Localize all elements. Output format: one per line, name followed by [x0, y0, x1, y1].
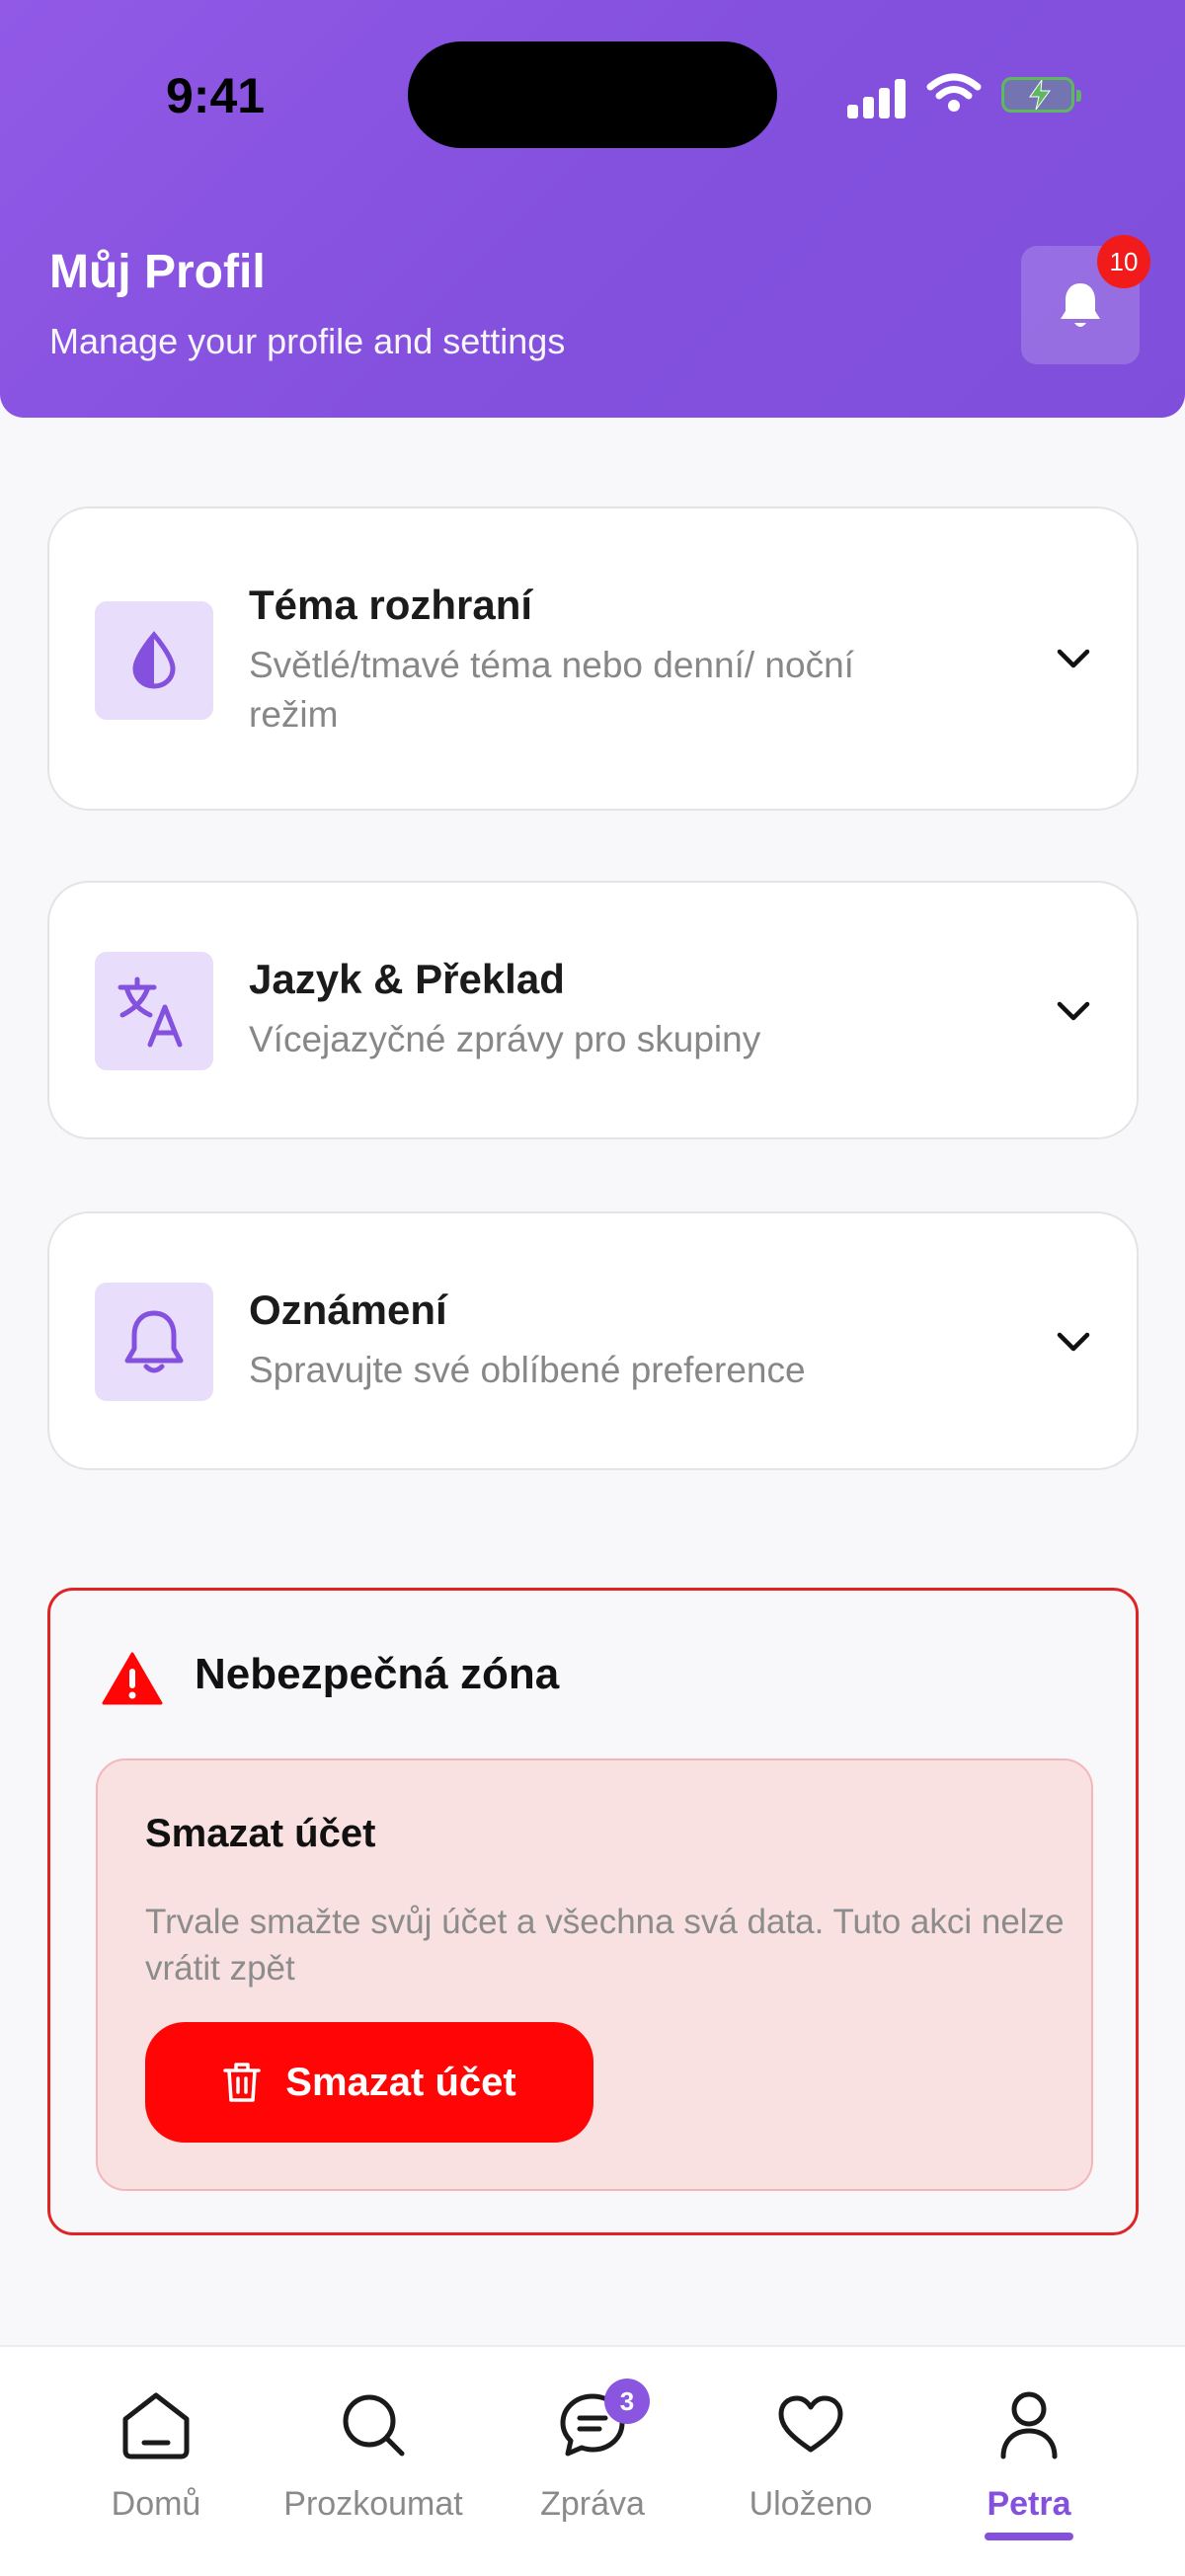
nav-item-home[interactable]: Domů — [57, 2384, 255, 2524]
notifications-setting-card[interactable]: Oznámení Spravujte své oblíbené preferen… — [47, 1211, 1139, 1470]
nav-label-profile: Petra — [987, 2485, 1071, 2523]
nav-label-saved: Uloženo — [749, 2485, 873, 2523]
delete-account-description: Trvale smažte svůj účet a všechna svá da… — [145, 1903, 1065, 1988]
active-tab-indicator — [985, 2533, 1073, 2540]
trash-icon — [223, 2063, 262, 2102]
delete-account-button-label: Smazat účet — [285, 2060, 516, 2104]
wifi-icon — [926, 73, 982, 112]
warning-icon — [102, 1652, 163, 1705]
status-time: 9:41 — [166, 68, 266, 123]
delete-account-title: Smazat účet — [145, 1812, 376, 1855]
heart-icon — [778, 2395, 843, 2453]
page-title: Můj Profil — [49, 246, 266, 298]
bottom-navigation: Domů Prozkoumat Zpráva 3 Uloženo Petra — [0, 2345, 1185, 2576]
page-subtitle: Manage your profile and settings — [49, 321, 566, 361]
nav-label-home: Domů — [111, 2485, 201, 2523]
search-icon — [343, 2394, 405, 2457]
delete-account-box: Smazat účet Trvale smažte svůj účet a vš… — [96, 1758, 1093, 2191]
droplet-icon — [132, 631, 176, 689]
bell-icon — [124, 1310, 184, 1373]
chevron-down-icon[interactable] — [1056, 1330, 1091, 1354]
theme-setting-card[interactable]: Téma rozhraní Světlé/tmavé téma nebo den… — [47, 507, 1139, 811]
delete-account-button[interactable]: Smazat účet — [145, 2022, 593, 2143]
notifications-title: Oznámení — [249, 1287, 447, 1333]
language-title: Jazyk & Překlad — [249, 956, 565, 1002]
chevron-down-icon[interactable] — [1056, 999, 1091, 1023]
dynamic-island — [408, 41, 777, 148]
home-icon — [122, 2392, 190, 2459]
user-icon — [1000, 2391, 1058, 2459]
nav-item-saved[interactable]: Uloženo — [712, 2384, 909, 2524]
signal-icon — [847, 69, 907, 118]
theme-icon-box — [95, 601, 213, 720]
nav-label-explore: Prozkoumat — [283, 2485, 463, 2523]
messages-badge: 3 — [604, 2379, 650, 2424]
theme-subtitle: Světlé/tmavé téma nebo denní/ noční reži… — [249, 645, 854, 735]
nav-item-explore[interactable]: Prozkoumat — [275, 2384, 472, 2524]
danger-zone: Nebezpečná zóna Smazat účet Trvale smažt… — [47, 1588, 1139, 2235]
translate-icon — [118, 976, 183, 1048]
notification-badge: 10 — [1097, 235, 1150, 288]
danger-zone-title: Nebezpečná zóna — [195, 1650, 560, 1698]
nav-item-messages[interactable]: Zpráva 3 — [494, 2379, 691, 2524]
language-icon-box — [95, 952, 213, 1070]
theme-title: Téma rozhraní — [249, 582, 533, 628]
language-subtitle: Vícejazyčné zprávy pro skupiny — [249, 1019, 761, 1059]
profile-header: 9:41 Můj Profil Manage your profile and … — [0, 0, 1185, 418]
nav-item-profile[interactable]: Petra — [930, 2384, 1128, 2524]
bell-icon — [1061, 283, 1100, 327]
nav-label-messages: Zpráva — [540, 2485, 645, 2523]
notifications-subtitle: Spravujte své oblíbené preference — [249, 1350, 806, 1390]
notifications-icon-box — [95, 1283, 213, 1401]
battery-icon — [1001, 77, 1081, 113]
chevron-down-icon[interactable] — [1056, 647, 1091, 670]
language-setting-card[interactable]: Jazyk & Překlad Vícejazyčné zprávy pro s… — [47, 881, 1139, 1139]
